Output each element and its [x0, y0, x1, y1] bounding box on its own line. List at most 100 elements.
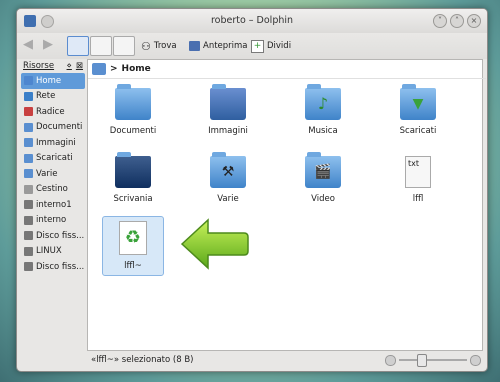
split-button[interactable]: + Dividi: [251, 36, 291, 56]
video-folder-icon: 🎬: [305, 152, 341, 188]
sidebar-item-label: Disco fiss...: [36, 230, 85, 241]
downloads-folder-icon: [24, 153, 33, 163]
sidebar-item[interactable]: Documenti: [21, 120, 85, 136]
file-item[interactable]: ♻ lffl~: [102, 216, 164, 276]
sidebar-item-label: Home: [36, 75, 62, 86]
sidebar-item[interactable]: Disco fiss...: [21, 228, 85, 244]
file-name: lffl~: [124, 261, 142, 271]
sidebar-item[interactable]: Scaricati: [21, 151, 85, 167]
file-item[interactable]: txt lffl: [387, 156, 449, 204]
zoom-slider[interactable]: [385, 354, 481, 367]
icons-view-button[interactable]: [67, 36, 89, 56]
file-item[interactable]: ⚒ Varie: [197, 152, 259, 204]
status-bar: «lffl~» selezionato (8 B): [87, 351, 487, 369]
sidebar-item-label: LINUX: [36, 246, 62, 257]
dolphin-window: roberto – Dolphin ˅ ˄ × ◀ ▶ ⚇ Trova Ante…: [16, 8, 488, 372]
sidebar-item-label: Disco fiss...: [36, 261, 85, 272]
sidebar-item-label: Radice: [36, 106, 65, 117]
places-title: Risorse: [23, 61, 55, 71]
window-title: roberto – Dolphin: [210, 15, 294, 26]
zoom-track[interactable]: [399, 359, 467, 361]
pictures-folder-icon: [210, 84, 246, 120]
help-icon[interactable]: ˅: [433, 14, 447, 28]
file-item[interactable]: Scrivania: [102, 152, 164, 204]
sidebar-item[interactable]: Disco fiss...: [21, 259, 85, 275]
preview-icon: [189, 41, 200, 51]
home-icon[interactable]: [92, 63, 106, 75]
file-item[interactable]: 🎬 Video: [292, 152, 354, 204]
sidebar-item[interactable]: Rete: [21, 89, 85, 105]
file-name: Documenti: [109, 126, 157, 136]
places-list: Home Rete Radice Documenti Immagini Scaricati…: [21, 73, 85, 275]
file-name: Scaricati: [399, 126, 437, 136]
sidebar-item[interactable]: Varie: [21, 166, 85, 182]
file-item[interactable]: ♪ Musica: [292, 84, 354, 136]
split-label: Dividi: [267, 41, 292, 51]
file-name: Varie: [217, 194, 239, 204]
downloads-folder-icon: ▼: [400, 84, 436, 120]
close-icon[interactable]: ×: [467, 14, 481, 28]
file-name: Musica: [308, 126, 338, 136]
file-name: lffl: [412, 194, 424, 204]
sidebar-item-label: Documenti: [36, 122, 83, 133]
forward-button[interactable]: ▶: [43, 36, 61, 54]
root-folder-icon: [24, 107, 33, 117]
file-item[interactable]: ▼ Scaricati: [387, 84, 449, 136]
breadcrumb: > Home: [88, 60, 486, 79]
sidebar-item[interactable]: LINUX: [21, 244, 85, 260]
find-button[interactable]: ⚇ Trova: [141, 36, 177, 56]
pictures-folder-icon: [24, 138, 33, 148]
status-text: «lffl~» selezionato (8 B): [91, 355, 194, 365]
documents-folder-icon: [24, 122, 33, 132]
preview-label: Anteprima: [203, 41, 248, 51]
trash-icon: [24, 184, 33, 194]
back-button[interactable]: ◀: [23, 36, 41, 54]
file-item[interactable]: Immagini: [197, 84, 259, 136]
pin-icon[interactable]: ⋄: [67, 61, 72, 71]
sidebar-item-label: Scaricati: [36, 153, 73, 164]
breadcrumb-separator-icon: >: [110, 64, 118, 74]
maximize-icon[interactable]: ˄: [450, 14, 464, 28]
file-type-badge: txt: [408, 159, 420, 168]
title-bar[interactable]: roberto – Dolphin ˅ ˄ ×: [17, 9, 487, 33]
binoculars-icon: ⚇: [141, 39, 151, 53]
sidebar-item-label: Cestino: [36, 184, 68, 195]
drive-icon: [24, 200, 33, 210]
file-item[interactable]: Documenti: [102, 84, 164, 136]
drive-icon: [24, 215, 33, 225]
sidebar-item[interactable]: Radice: [21, 104, 85, 120]
details-view-button[interactable]: [90, 36, 112, 56]
drive-icon: [24, 246, 33, 256]
zoom-out-icon[interactable]: [385, 355, 396, 366]
find-label: Trova: [153, 41, 177, 51]
tools-folder-icon: ⚒: [210, 152, 246, 188]
drive-icon: [24, 262, 33, 272]
sidebar-item[interactable]: Immagini: [21, 135, 85, 151]
drive-icon: [24, 231, 33, 241]
file-name: Scrivania: [113, 194, 153, 204]
network-icon: [24, 91, 33, 101]
toolbar: ◀ ▶ ⚇ Trova Anteprima + Dividi: [17, 33, 487, 59]
sidebar-item-label: Rete: [36, 91, 56, 102]
zoom-in-icon[interactable]: [470, 355, 481, 366]
sidebar-item[interactable]: Cestino: [21, 182, 85, 198]
columns-view-button[interactable]: [113, 36, 135, 56]
sidebar-item[interactable]: interno1: [21, 197, 85, 213]
sidebar-item-label: Varie: [36, 168, 58, 179]
music-folder-icon: ♪: [305, 84, 341, 120]
sidebar-item[interactable]: interno: [21, 213, 85, 229]
zoom-handle[interactable]: [417, 354, 427, 367]
home-icon: [24, 76, 33, 86]
misc-folder-icon: [24, 169, 33, 179]
file-view[interactable]: > Home Documenti Immagini ♪ Musica ▼ Scaricat…: [87, 59, 486, 351]
file-name: Video: [311, 194, 335, 204]
file-name: Immagini: [208, 126, 248, 136]
preview-button[interactable]: Anteprima: [189, 36, 248, 56]
breadcrumb-home[interactable]: Home: [122, 64, 151, 74]
sidebar-item[interactable]: Home: [21, 73, 85, 89]
split-icon: +: [251, 39, 264, 53]
sidebar-item-label: interno1: [36, 199, 72, 210]
documents-folder-icon: [115, 84, 151, 120]
close-panel-icon[interactable]: ⊠: [76, 61, 83, 71]
desktop-folder-icon: [115, 152, 151, 188]
